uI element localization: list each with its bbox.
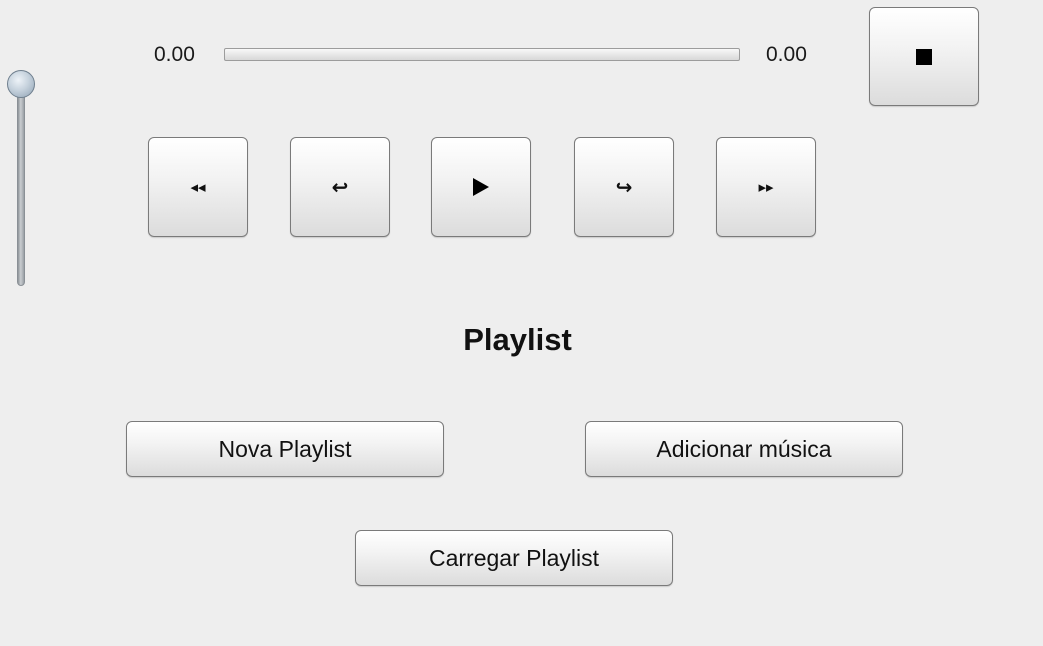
total-time-label: 0.00	[766, 43, 807, 66]
current-time-label: 0.00	[154, 43, 195, 66]
fast-forward-button[interactable]: ▸▸	[716, 137, 816, 237]
rewind-button[interactable]: ◂◂	[148, 137, 248, 237]
next-icon: ↪	[615, 175, 633, 199]
stop-button[interactable]	[869, 7, 979, 106]
rewind-icon: ◂◂	[190, 177, 206, 196]
add-music-label: Adicionar música	[656, 435, 832, 462]
progress-bar[interactable]	[224, 48, 740, 61]
previous-button[interactable]: ↩	[290, 137, 390, 237]
volume-slider-track[interactable]	[17, 80, 25, 286]
new-playlist-button[interactable]: Nova Playlist	[126, 421, 444, 477]
play-button[interactable]	[431, 137, 531, 237]
playlist-heading: Playlist	[463, 322, 572, 357]
next-button[interactable]: ↪	[574, 137, 674, 237]
new-playlist-label: Nova Playlist	[218, 435, 352, 462]
fast-forward-icon: ▸▸	[758, 177, 774, 196]
volume-slider-thumb[interactable]	[7, 70, 35, 98]
play-icon	[473, 178, 489, 196]
stop-icon	[916, 48, 932, 65]
load-playlist-button[interactable]: Carregar Playlist	[355, 530, 673, 586]
load-playlist-label: Carregar Playlist	[429, 544, 599, 571]
previous-icon: ↩	[331, 175, 349, 199]
add-music-button[interactable]: Adicionar música	[585, 421, 903, 477]
